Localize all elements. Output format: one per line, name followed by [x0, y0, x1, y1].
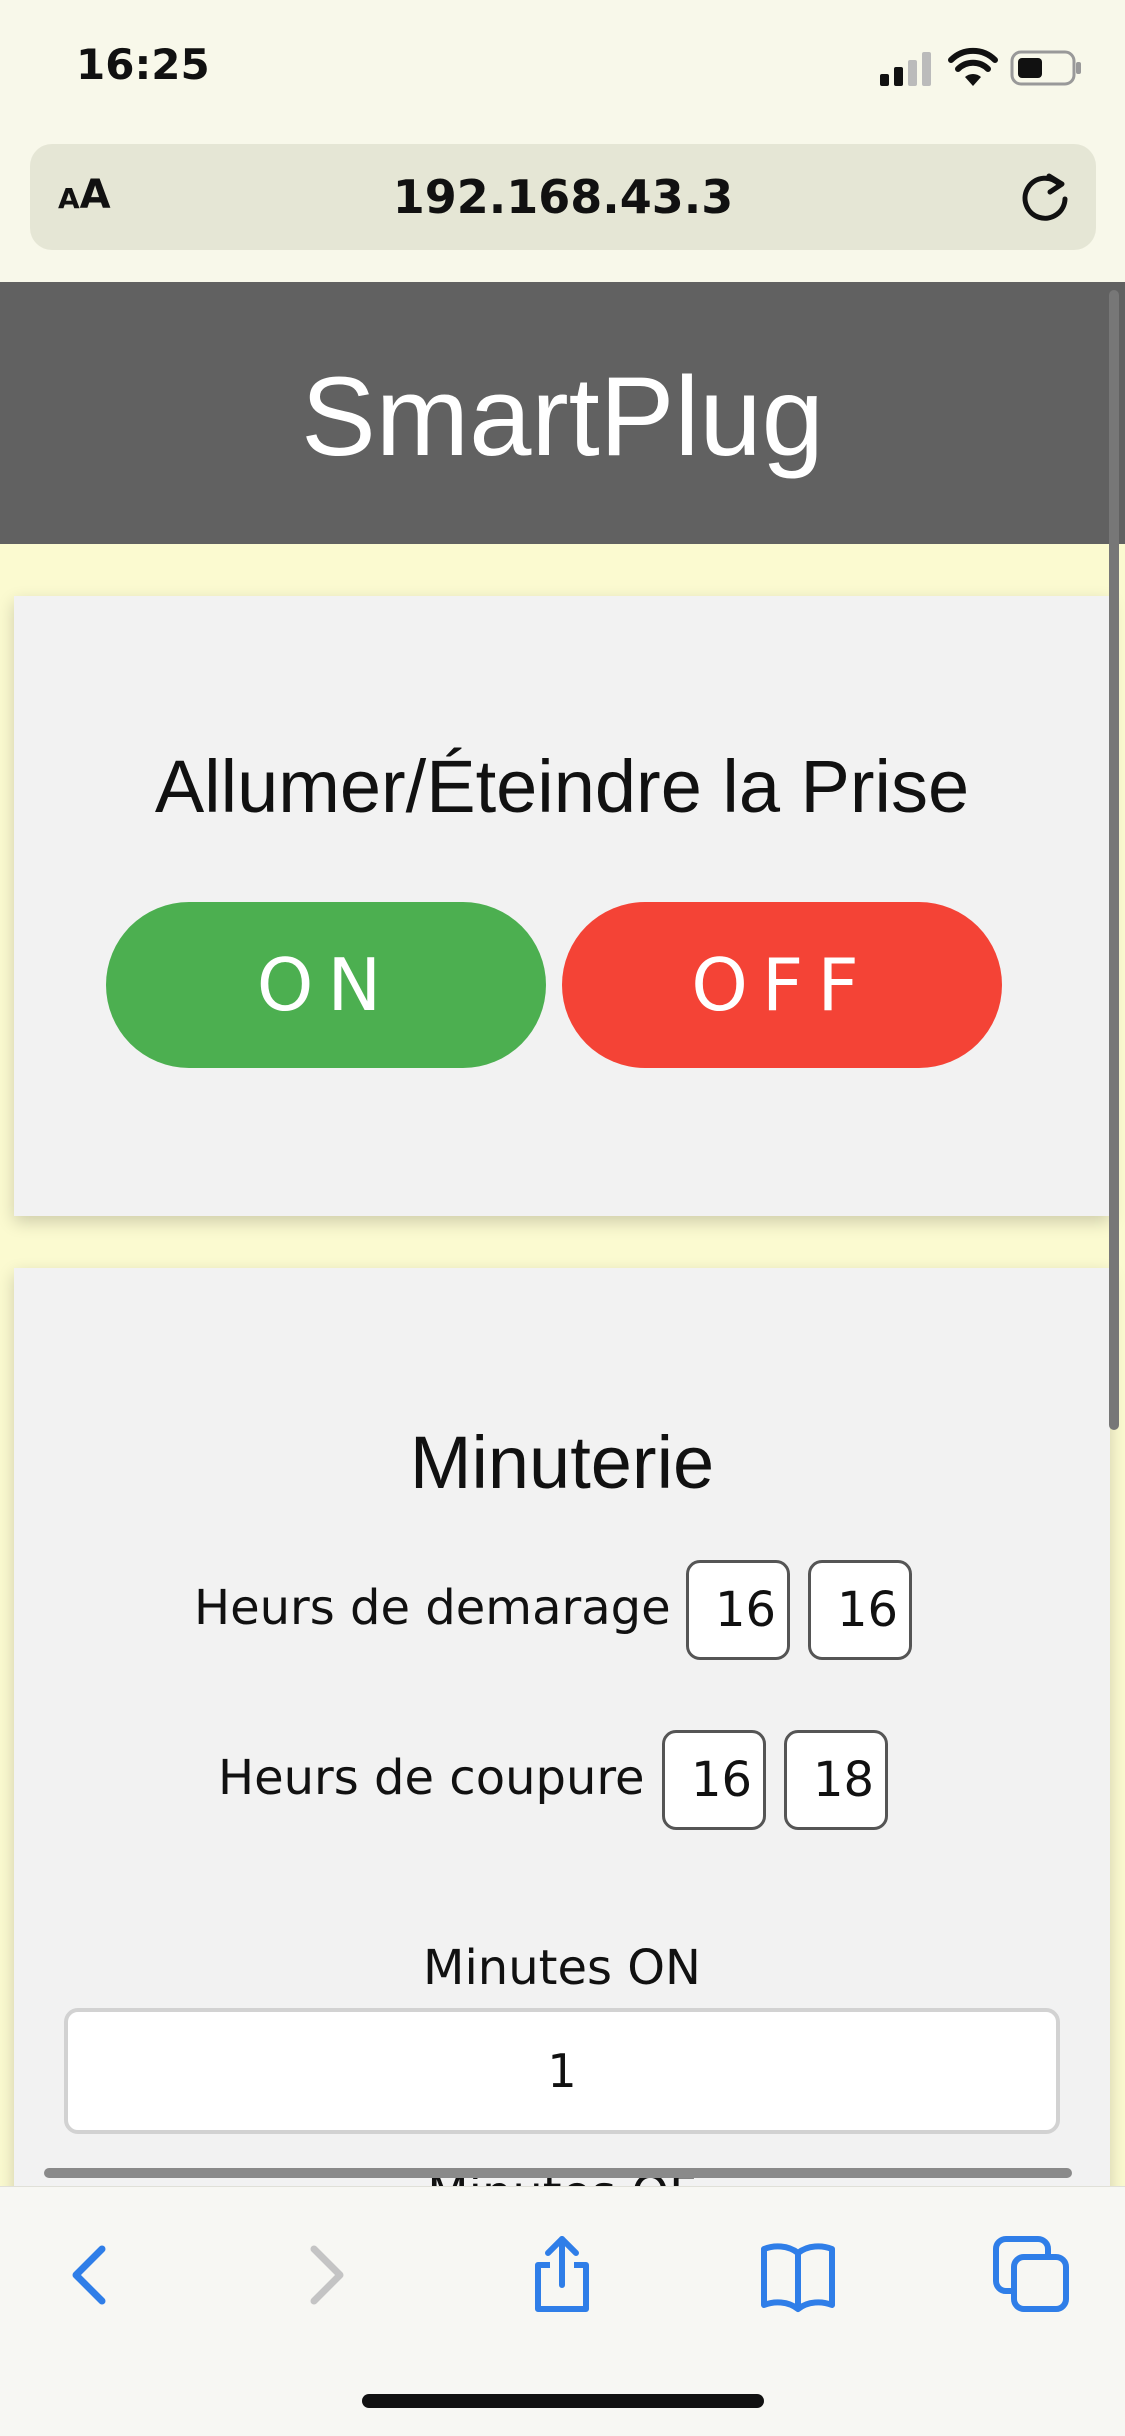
off-button[interactable]: OFF: [562, 902, 1002, 1068]
start-time-label: Heurs de demarage: [194, 1580, 671, 1636]
power-card-title: Allumer/Éteindre la Prise: [154, 745, 970, 828]
address-bar[interactable]: AA 192.168.43.3: [30, 144, 1096, 250]
timer-card: Minuterie Heurs de demarage 16 16 Heurs …: [14, 1268, 1110, 2186]
start-hour-input[interactable]: 16: [686, 1560, 790, 1660]
bookmarks-icon[interactable]: [758, 2235, 838, 2315]
start-minute-input[interactable]: 16: [808, 1560, 912, 1660]
home-indicator: [362, 2394, 764, 2408]
reload-icon[interactable]: [1016, 168, 1074, 226]
vertical-scrollbar[interactable]: [1109, 290, 1119, 1430]
battery-icon: [1010, 50, 1081, 86]
stop-time-label: Heurs de coupure: [218, 1750, 645, 1806]
url-text[interactable]: 192.168.43.3: [30, 170, 1096, 224]
status-time: 16:25: [76, 40, 210, 89]
timer-card-title: Minuterie: [409, 1421, 715, 1504]
back-icon[interactable]: [52, 2235, 132, 2315]
web-page: SmartPlug Allumer/Éteindre la Prise ON O…: [0, 282, 1125, 2186]
power-card: Allumer/Éteindre la Prise ON OFF: [14, 596, 1110, 1216]
on-button[interactable]: ON: [106, 902, 546, 1068]
minutes-on-input[interactable]: 1: [64, 2008, 1060, 2134]
forward-icon[interactable]: [284, 2235, 364, 2315]
cellular-signal-icon: [880, 52, 931, 86]
site-title: SmartPlug: [301, 354, 824, 479]
minutes-on-label: Minutes ON: [423, 1940, 701, 1996]
stop-hour-input[interactable]: 16: [662, 1730, 766, 1830]
status-bar: 16:25: [0, 0, 1125, 140]
horizontal-scrollbar[interactable]: [44, 2168, 1072, 2178]
share-icon[interactable]: [522, 2235, 602, 2315]
site-header: SmartPlug: [0, 282, 1125, 544]
tabs-icon[interactable]: [992, 2235, 1072, 2315]
wifi-icon: [948, 47, 998, 86]
stop-minute-input[interactable]: 18: [784, 1730, 888, 1830]
